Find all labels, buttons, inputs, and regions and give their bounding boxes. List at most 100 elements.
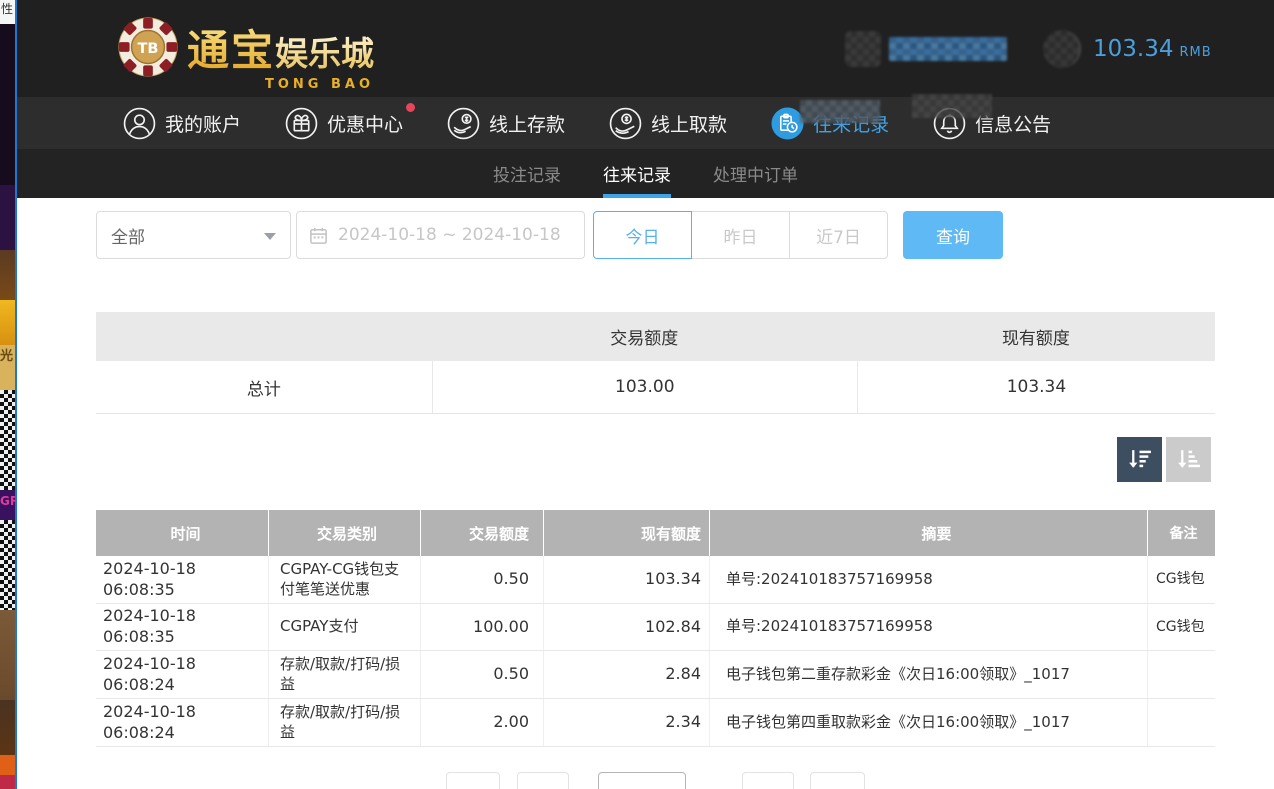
tab-pending-orders[interactable]: 处理中订单: [713, 149, 798, 198]
user-avatar-censored: [845, 31, 881, 67]
notification-dot: [406, 103, 415, 112]
summary-total-label: 总计: [96, 361, 432, 413]
cell-category: CGPAY支付: [269, 604, 421, 650]
quick-label: 昨日: [724, 223, 758, 248]
summary-trade-total: 103.00: [432, 361, 857, 413]
wallet-coin-icon-censored: [1043, 30, 1081, 68]
balance-currency: RMB: [1179, 45, 1211, 60]
nav-label: 我的账户: [165, 110, 241, 137]
cell-current-balance: 102.84: [544, 604, 710, 650]
nav-censored-patch-1: [800, 100, 880, 123]
nav-censored-patch-2: [912, 94, 992, 118]
quick-range-last7days[interactable]: 近7日: [789, 211, 888, 259]
date-range-input[interactable]: 2024-10-18 ~ 2024-10-18: [296, 211, 585, 259]
nav-label: 优惠中心: [327, 110, 403, 137]
cell-time: 2024-10-18 06:08:24: [96, 699, 269, 746]
quick-range-yesterday[interactable]: 昨日: [691, 211, 790, 259]
strip-seg-pink: [0, 775, 16, 789]
cell-category: 存款/取款/打码/损益: [269, 699, 421, 746]
strip-seg-wood: [0, 610, 16, 700]
records-tab-bar: 投注记录 往来记录 处理中订单: [17, 149, 1274, 198]
cell-trade-amount: 2.00: [421, 699, 544, 746]
pagination-first-button[interactable]: [446, 772, 500, 789]
strip-seg-gold-text: 光: [0, 345, 16, 390]
table-row: 2024-10-18 06:08:35 CGPAY-CG钱包支付笔笔送优惠 0.…: [96, 556, 1215, 604]
cell-summary: 单号:202410183757169958: [710, 604, 1148, 650]
filter-toolbar: 全部 2024-10-18 ~ 2024-10-18 今日: [96, 211, 1215, 259]
col-header-current-balance: 现有额度: [544, 510, 710, 556]
strip-glyph-guang: 光: [0, 349, 13, 364]
sort-descending-button[interactable]: [1117, 437, 1162, 482]
date-range-value: 2024-10-18 ~ 2024-10-18: [338, 225, 561, 245]
cell-time: 2024-10-18 06:08:35: [96, 556, 269, 603]
summary-header-row: 交易额度 现有额度: [96, 312, 1215, 361]
top-header-bar: TB 通宝 娱乐城 TONG BAO 103.34 RMB: [17, 0, 1274, 97]
table-row: 2024-10-18 06:08:24 存款/取款/打码/损益 0.50 2.8…: [96, 651, 1215, 699]
sort-descending-icon: [1126, 446, 1153, 473]
summary-balance-total: 103.34: [857, 361, 1215, 413]
summary-header-trade-amount: 交易额度: [432, 312, 857, 361]
sort-ascending-icon: [1175, 446, 1202, 473]
nav-item-online-withdrawal[interactable]: 线上取款: [609, 107, 727, 140]
col-header-summary: 摘要: [710, 510, 1148, 556]
calendar-icon: [309, 226, 328, 245]
logo-name-secondary: 娱乐城: [275, 27, 374, 75]
tab-label: 往来记录: [603, 161, 671, 186]
search-button[interactable]: 查询: [903, 211, 1003, 259]
cell-note: [1148, 699, 1215, 746]
cell-time: 2024-10-18 06:08:24: [96, 651, 269, 698]
table-row: 2024-10-18 06:08:24 存款/取款/打码/损益 2.00 2.3…: [96, 699, 1215, 747]
balance-amount: 103.34: [1093, 36, 1173, 62]
balance-display: 103.34 RMB: [1093, 36, 1212, 62]
cell-summary: 电子钱包第四重取款彩金《次日16:00领取》_1017: [710, 699, 1148, 746]
pagination-next-button[interactable]: [742, 772, 794, 789]
cell-trade-amount: 0.50: [421, 651, 544, 698]
pagination-last-button[interactable]: [810, 772, 865, 789]
type-select[interactable]: 全部: [96, 211, 291, 259]
cell-summary: 单号:202410183757169958: [710, 556, 1148, 603]
nav-label: 线上存款: [489, 110, 565, 137]
tab-label: 投注记录: [493, 161, 561, 186]
background-page-sliver: 光 GR: [0, 0, 16, 789]
cell-time: 2024-10-18 06:08:35: [96, 604, 269, 650]
chip-tb-label: TB: [138, 41, 159, 57]
account-area: 103.34 RMB: [845, 0, 1212, 97]
strip-seg-purple-dark: [0, 0, 16, 185]
pagination-prev-button[interactable]: [517, 772, 569, 789]
strip-seg-gold: [0, 300, 16, 345]
search-button-label: 查询: [936, 223, 970, 248]
tab-betting-records[interactable]: 投注记录: [493, 149, 561, 198]
strip-seg-brown: [0, 250, 16, 300]
cell-note: CG钱包: [1148, 604, 1215, 650]
col-header-trade-amount: 交易额度: [421, 510, 544, 556]
primary-navigation: 我的账户 优惠中心 线上存款 线上取款: [17, 97, 1274, 149]
nav-item-my-account[interactable]: 我的账户: [123, 107, 241, 140]
cell-trade-amount: 0.50: [421, 556, 544, 603]
quick-label: 今日: [626, 223, 660, 248]
logo-wordmark: 通宝 娱乐城 TONG BAO: [187, 17, 374, 78]
summary-header-empty: [96, 312, 432, 361]
tab-transaction-records[interactable]: 往来记录: [603, 149, 671, 198]
active-tab-underline: [603, 194, 671, 198]
quick-label: 近7日: [816, 223, 861, 248]
table-header-row: 时间 交易类别 交易额度 现有额度 摘要 备注: [96, 510, 1215, 556]
sort-controls: [96, 437, 1215, 482]
nav-item-promotions[interactable]: 优惠中心: [285, 107, 403, 140]
summary-total-row: 总计 103.00 103.34: [96, 361, 1215, 414]
cell-current-balance: 2.34: [544, 699, 710, 746]
col-header-category: 交易类别: [269, 510, 421, 556]
site-logo[interactable]: TB 通宝 娱乐城 TONG BAO: [117, 16, 374, 78]
strip-seg-purple: [0, 185, 16, 250]
cell-category: CGPAY-CG钱包支付笔笔送优惠: [269, 556, 421, 603]
strip-seg-orange: [0, 755, 16, 775]
strip-glyph-gr: GR: [0, 494, 16, 508]
pagination-page-select[interactable]: [598, 772, 686, 789]
transactions-table: 时间 交易类别 交易额度 现有额度 摘要 备注 2024-10-18 06:08…: [96, 510, 1215, 747]
nav-item-online-deposit[interactable]: 线上存款: [447, 107, 565, 140]
chevron-down-icon: [264, 233, 276, 240]
strip-seg-gr: GR: [0, 490, 16, 520]
quick-range-group: 今日 昨日 近7日: [593, 211, 888, 259]
quick-range-today[interactable]: 今日: [593, 211, 692, 259]
cell-current-balance: 103.34: [544, 556, 710, 603]
sort-ascending-button[interactable]: [1166, 437, 1211, 482]
